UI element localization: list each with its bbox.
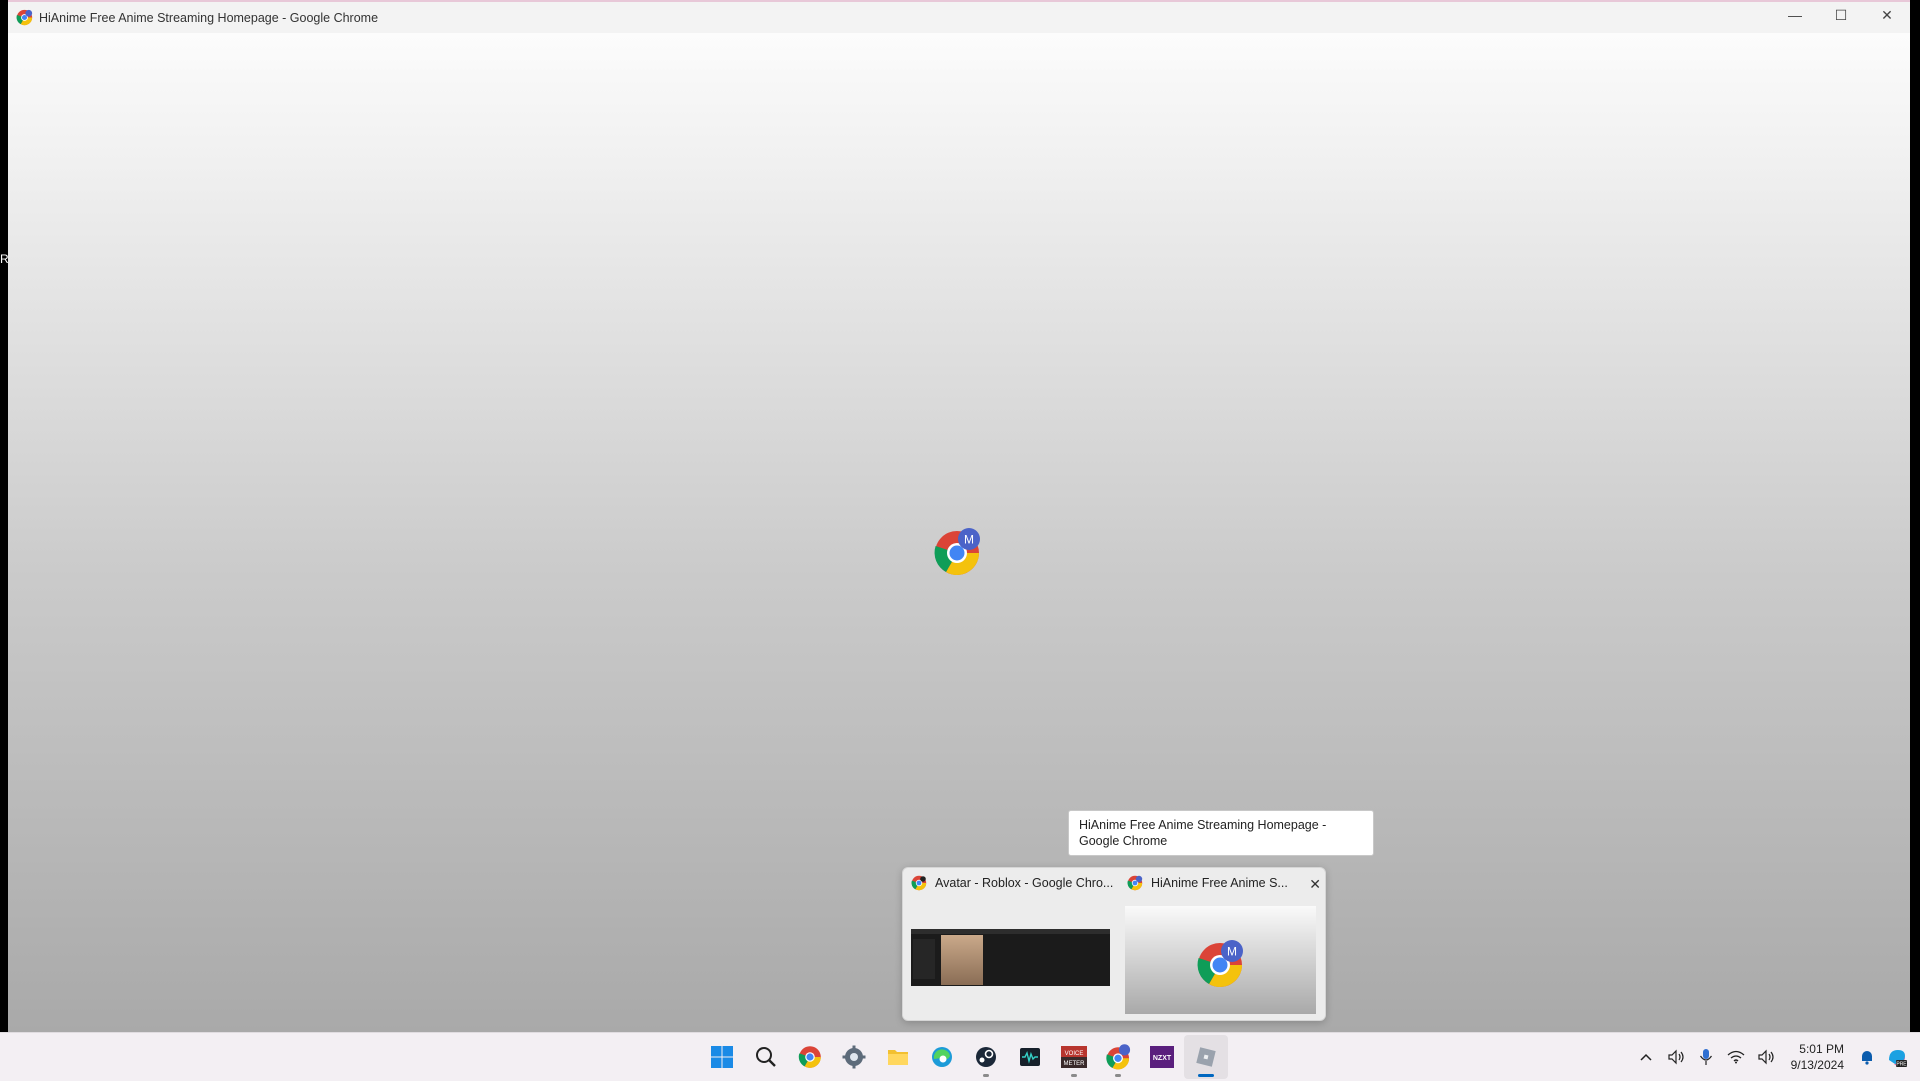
taskbar-edge[interactable]: [920, 1035, 964, 1079]
folder-icon: [888, 1050, 908, 1065]
chrome-profile-logo-icon: M: [1197, 940, 1243, 987]
microphone-icon[interactable]: [1691, 1033, 1721, 1081]
steam-icon: [976, 1047, 996, 1067]
search-button[interactable]: [744, 1035, 788, 1079]
minimize-button[interactable]: —: [1772, 2, 1818, 28]
thumbnail-title: HiAnime Free Anime S...: [1151, 876, 1288, 890]
clock-time: 5:01 PM: [1799, 1042, 1844, 1056]
taskbar-file-explorer[interactable]: [876, 1035, 920, 1079]
taskbar-chrome-profile[interactable]: [1096, 1035, 1140, 1079]
wifi-icon[interactable]: [1721, 1033, 1751, 1081]
maximize-button[interactable]: ☐: [1818, 2, 1864, 28]
chrome-profile-logo-icon: M: [934, 528, 980, 575]
waveform-icon: [1020, 1048, 1040, 1066]
close-button[interactable]: ✕: [1864, 2, 1910, 28]
hianime-preview-image: M: [1125, 906, 1316, 1014]
clock-date: 9/13/2024: [1790, 1058, 1844, 1072]
taskbar-apps: VOICE METER NZXT: [700, 1033, 1228, 1081]
start-button[interactable]: [700, 1035, 744, 1079]
svg-text:PRE: PRE: [1896, 1062, 1907, 1068]
roblox-preview-image: [911, 929, 1110, 986]
copilot-icon[interactable]: PRE: [1882, 1033, 1912, 1081]
profile-initial: M: [964, 533, 974, 547]
taskbar-roblox[interactable]: [1184, 1035, 1228, 1079]
voicemeeter-icon: VOICE METER: [1061, 1046, 1087, 1068]
svg-text:VOICE: VOICE: [1065, 1051, 1084, 1057]
taskbar: VOICE METER NZXT 5:01 PM 9/13/2024 PRE: [0, 1032, 1920, 1081]
svg-text:METER: METER: [1064, 1061, 1086, 1067]
volume-icon[interactable]: [1751, 1033, 1781, 1081]
taskbar-audio-app[interactable]: [1008, 1035, 1052, 1079]
edge-icon: [932, 1047, 952, 1067]
chrome-profile-icon: [1127, 875, 1143, 891]
system-tray: 5:01 PM 9/13/2024 PRE: [1631, 1033, 1920, 1081]
taskbar-steam[interactable]: [964, 1035, 1008, 1079]
roblox-icon: [1196, 1047, 1216, 1067]
chevron-up-icon[interactable]: [1631, 1033, 1661, 1081]
chrome-icon: [798, 1046, 821, 1068]
thumbnail-roblox[interactable]: Avatar - Roblox - Google Chro...: [903, 868, 1118, 1020]
window-tooltip: HiAnime Free Anime Streaming Homepage - …: [1068, 810, 1374, 856]
taskbar-nzxt[interactable]: NZXT: [1140, 1035, 1184, 1079]
clock[interactable]: 5:01 PM 9/13/2024: [1791, 1041, 1844, 1073]
thumbnail-title: Avatar - Roblox - Google Chro...: [935, 876, 1114, 890]
search-icon: [756, 1047, 776, 1067]
taskbar-thumbnail-popup: Avatar - Roblox - Google Chro... HiAnime…: [902, 867, 1326, 1021]
taskbar-settings[interactable]: [832, 1035, 876, 1079]
thumbnail-hianime[interactable]: HiAnime Free Anime S... ✕ M: [1119, 868, 1325, 1020]
gear-icon: [842, 1045, 866, 1069]
chrome-profile-icon: [16, 9, 33, 26]
thumbnail-close-icon[interactable]: ✕: [1309, 876, 1321, 893]
taskbar-chrome[interactable]: [788, 1035, 832, 1079]
chrome-icon: [911, 875, 927, 891]
window-title: HiAnime Free Anime Streaming Homepage - …: [39, 10, 379, 25]
taskbar-voicemeeter[interactable]: VOICE METER: [1052, 1035, 1096, 1079]
chrome-profile-icon: [1106, 1044, 1131, 1070]
notification-bell-icon[interactable]: [1852, 1033, 1882, 1081]
nzxt-icon: NZXT: [1150, 1046, 1174, 1068]
svg-text:NZXT: NZXT: [1153, 1055, 1172, 1062]
title-bar[interactable]: HiAnime Free Anime Streaming Homepage - …: [8, 0, 1910, 33]
speaker-icon[interactable]: [1661, 1033, 1691, 1081]
window-controls: — ☐ ✕: [1772, 2, 1910, 30]
windows-logo-icon: [711, 1046, 733, 1068]
profile-initial: M: [1227, 945, 1237, 959]
